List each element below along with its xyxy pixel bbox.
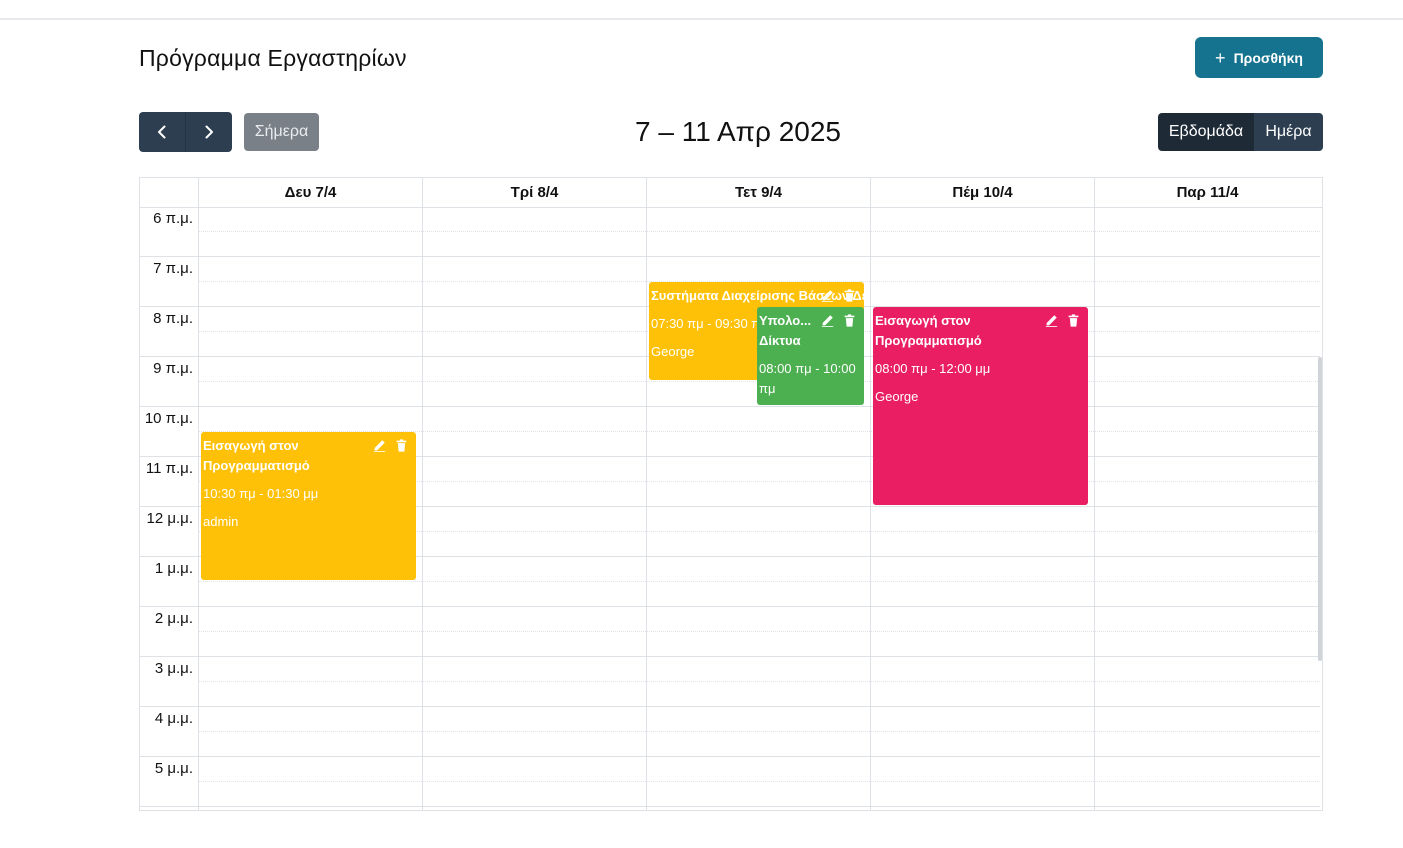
edit-icon[interactable] <box>373 439 386 452</box>
half-hour-line <box>198 231 1320 232</box>
hour-line <box>140 256 1320 257</box>
chevron-right-icon <box>205 125 213 139</box>
calendar-event[interactable]: Εισαγωγή στον Προγραμματισμό 08:00 πμ - … <box>873 307 1088 505</box>
time-label: 3 μ.μ. <box>154 660 193 677</box>
edit-icon[interactable] <box>821 314 834 327</box>
view-switcher: Εβδομάδα Ημέρα <box>1158 113 1323 151</box>
time-label: 7 π.μ. <box>153 260 193 277</box>
add-button[interactable]: + Προσθήκη <box>1195 37 1323 78</box>
trash-icon[interactable] <box>1067 314 1080 327</box>
top-divider <box>0 18 1403 20</box>
add-button-label: Προσθήκη <box>1233 49 1303 66</box>
half-hour-line <box>198 581 1320 582</box>
day-column-divider <box>422 207 423 810</box>
calendar-header: Δευ 7/4 Τρί 8/4 Τετ 9/4 Πέμ 10/4 Παρ 11/… <box>140 178 1322 208</box>
time-label: 5 μ.μ. <box>154 760 193 777</box>
day-header-fri: Παρ 11/4 <box>1094 178 1320 207</box>
day-header-tue: Τρί 8/4 <box>422 178 646 207</box>
half-hour-line <box>198 731 1320 732</box>
day-header-thu: Πέμ 10/4 <box>870 178 1094 207</box>
day-column-divider <box>1094 207 1095 810</box>
date-range-title: 7 – 11 Απρ 2025 <box>635 116 841 147</box>
week-view-button[interactable]: Εβδομάδα <box>1158 113 1254 151</box>
event-actions <box>373 439 408 452</box>
event-user: George <box>875 389 919 404</box>
event-actions <box>821 314 856 327</box>
trash-icon[interactable] <box>843 289 856 302</box>
hour-line <box>140 406 1320 407</box>
trash-icon[interactable] <box>843 314 856 327</box>
time-label: 2 μ.μ. <box>154 610 193 627</box>
edit-icon[interactable] <box>821 289 834 302</box>
time-label: 1 μ.μ. <box>154 560 193 577</box>
event-user: admin <box>203 514 239 529</box>
time-label: 6 π.μ. <box>153 210 193 227</box>
hour-line <box>140 706 1320 707</box>
chevron-left-icon <box>158 125 166 139</box>
next-week-button[interactable] <box>186 112 232 152</box>
hour-line <box>140 606 1320 607</box>
event-time: 08:00 πμ - 12:00 μμ <box>875 361 991 376</box>
calendar-event[interactable]: Υπολο... Δίκτυα 08:00 πμ - 10:00 πμ <box>757 307 864 405</box>
calendar-scrollbar[interactable] <box>1318 357 1322 661</box>
day-view-button[interactable]: Ημέρα <box>1254 113 1323 151</box>
week-calendar: Δευ 7/4 Τρί 8/4 Τετ 9/4 Πέμ 10/4 Παρ 11/… <box>139 177 1323 811</box>
day-column-divider <box>870 207 871 810</box>
event-actions <box>1045 314 1080 327</box>
hour-line <box>140 756 1320 757</box>
time-label: 10 π.μ. <box>144 410 193 427</box>
half-hour-line <box>198 681 1320 682</box>
event-time: 08:00 πμ - 10:00 πμ <box>759 361 856 396</box>
time-label: 11 π.μ. <box>145 460 193 477</box>
page-title: Πρόγραμμα Εργαστηρίων <box>139 45 407 71</box>
hour-line <box>140 806 1320 807</box>
day-header-wed: Τετ 9/4 <box>646 178 870 207</box>
time-label: 9 π.μ. <box>153 360 193 377</box>
plus-icon: + <box>1215 47 1226 68</box>
trash-icon[interactable] <box>395 439 408 452</box>
hour-line <box>140 656 1320 657</box>
day-column-divider <box>198 207 199 810</box>
half-hour-line <box>198 781 1320 782</box>
time-label: 4 μ.μ. <box>154 710 193 727</box>
time-label: 8 π.μ. <box>153 310 193 327</box>
calendar-event[interactable]: Εισαγωγή στον Προγραμματισμό 10:30 πμ - … <box>201 432 416 580</box>
event-time: 10:30 πμ - 01:30 μμ <box>203 486 319 501</box>
edit-icon[interactable] <box>1045 314 1058 327</box>
nav-button-group <box>139 112 232 152</box>
today-button[interactable]: Σήμερα <box>244 113 319 151</box>
prev-week-button[interactable] <box>139 112 186 152</box>
time-grid: 6 π.μ. 7 π.μ. 8 π.μ. 9 π.μ. 10 π.μ. 11 π… <box>140 207 1320 810</box>
day-column-divider <box>646 207 647 810</box>
half-hour-line <box>198 631 1320 632</box>
day-header-mon: Δευ 7/4 <box>198 178 422 207</box>
event-actions <box>821 289 856 302</box>
time-label: 12 μ.μ. <box>146 510 193 527</box>
